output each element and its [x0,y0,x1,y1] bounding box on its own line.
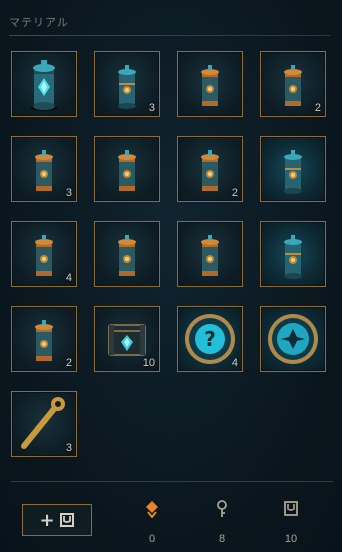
add-chest-button[interactable]: + [22,504,92,536]
item-tile[interactable]: 3 [11,136,77,202]
item-count: 2 [231,187,238,199]
orange-essence-icon [146,501,158,519]
item-tile[interactable] [11,51,77,117]
key-fragment-icon [217,500,227,517]
item-count: 4 [231,357,238,369]
key-fragment-counter: 8 [207,500,237,545]
orb-capsule-icon [201,65,219,106]
chest-capsule-icon [284,235,302,279]
item-tile[interactable]: 3 [11,391,77,457]
item-tile[interactable] [177,221,243,287]
item-count: 3 [148,102,155,114]
item-count: 2 [314,102,321,114]
chest-capsule-large-icon [30,60,58,111]
item-tile[interactable] [94,136,160,202]
key-fragment-value: 8 [218,533,226,545]
item-tile[interactable]: 3 [94,51,160,117]
chest-icon [59,513,74,527]
item-tile[interactable]: ? 4 [177,306,243,372]
footer-divider [11,481,333,482]
item-tile[interactable] [260,136,326,202]
svg-text:?: ? [204,327,216,351]
section-title: マテリアル [9,16,69,29]
chest-count-value: 10 [284,533,298,545]
item-tile[interactable]: 2 [11,306,77,372]
item-tile[interactable]: 4 [11,221,77,287]
item-count: 4 [65,272,72,284]
item-count: 10 [142,357,155,369]
item-count: 2 [65,357,72,369]
orange-essence-counter: 0 [137,500,167,545]
item-tile[interactable] [260,221,326,287]
chest-capsule-icon [284,150,302,194]
item-tile[interactable] [260,306,326,372]
chest-icon [284,501,298,516]
orb-capsule-icon [118,235,136,276]
item-tile[interactable] [177,51,243,117]
plus-icon: + [39,509,55,531]
item-tile[interactable]: 2 [260,51,326,117]
item-count: 3 [65,187,72,199]
emblem-token-icon [268,314,318,364]
item-tile[interactable]: 10 [94,306,160,372]
orb-capsule-icon [201,235,219,276]
orb-capsule-icon [118,150,136,191]
orange-essence-value: 0 [148,533,156,545]
chest-counter: 10 [276,500,306,545]
title-divider [9,35,330,36]
item-count: 3 [65,442,72,454]
item-tile[interactable]: 2 [177,136,243,202]
item-tile[interactable] [94,221,160,287]
